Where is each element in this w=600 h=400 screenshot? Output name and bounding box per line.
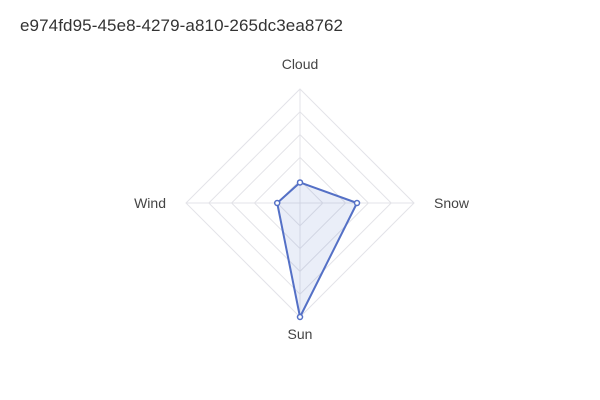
radar-series xyxy=(273,179,361,321)
data-point xyxy=(296,313,304,321)
data-point xyxy=(353,199,361,207)
axis-label-wind: Wind xyxy=(134,195,166,211)
data-point xyxy=(296,179,304,186)
data-point xyxy=(273,199,281,207)
axis-label-cloud: Cloud xyxy=(282,56,319,72)
axis-label-sun: Sun xyxy=(288,326,313,342)
radar-chart: Cloud Snow Sun Wind xyxy=(134,56,470,342)
axis-label-snow: Snow xyxy=(434,195,470,211)
